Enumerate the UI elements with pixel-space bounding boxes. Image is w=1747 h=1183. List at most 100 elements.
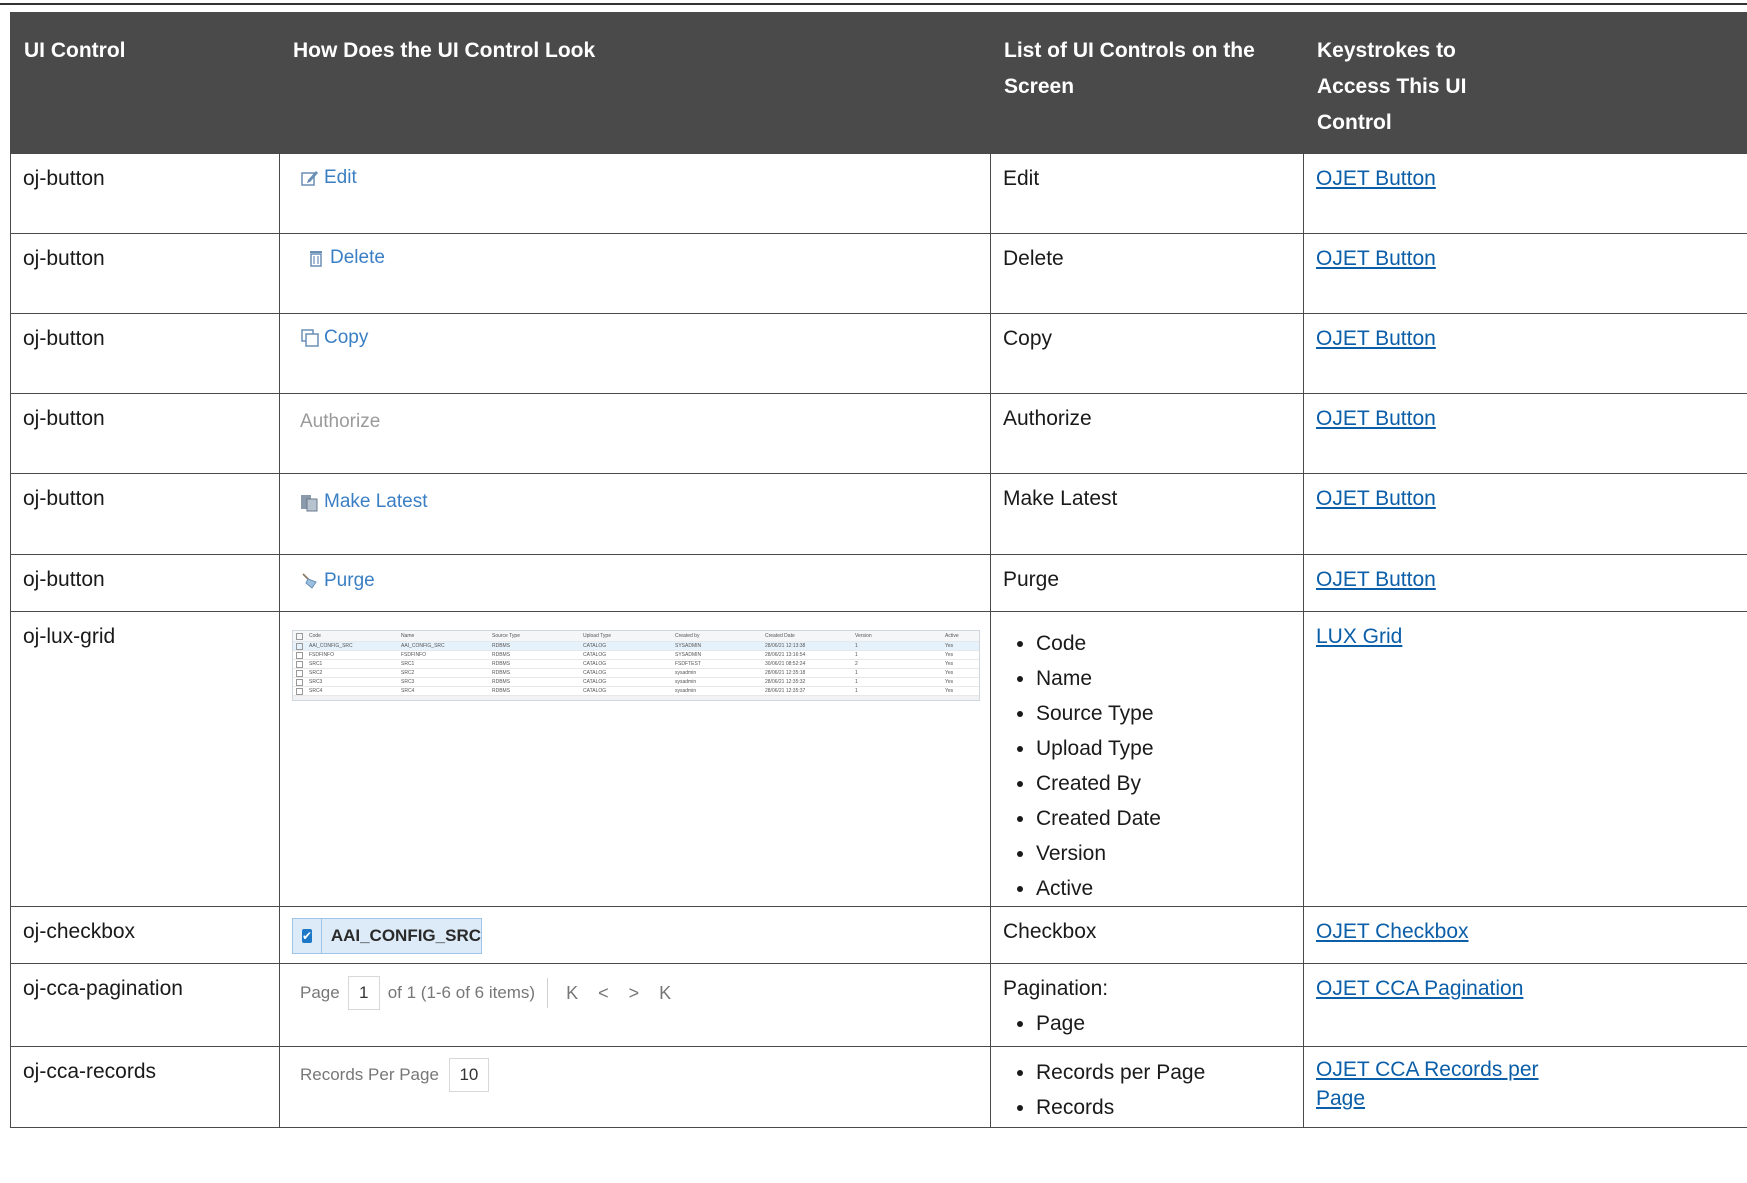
cell-link: OJET CCA Pagination [1303, 963, 1747, 1047]
grid-cell: RDBMS [492, 687, 511, 694]
grid-cell: CATALOG [583, 651, 607, 658]
cell-look: Copy [279, 313, 991, 394]
grid-cell: 28/06/21 12:35:18 [765, 669, 806, 676]
grid-row: AAI_CONFIG_SRC AAI_CONFIG_SRC RDBMS CATALOG… [293, 642, 979, 651]
grid-cell: 1 [855, 642, 858, 649]
grid-col-created-by: Created by [675, 632, 700, 639]
make-latest-label: Make Latest [324, 491, 428, 512]
list-item: Source Type [1036, 696, 1291, 731]
grid-col-created-date: Created Date [765, 632, 795, 639]
ojet-button-link[interactable]: OJET Button [1316, 407, 1436, 430]
list-item: Created By [1036, 766, 1291, 801]
list-item: Created Date [1036, 801, 1291, 836]
cell-list: Checkbox [990, 906, 1304, 964]
table-header-row: UI Control How Does the UI Control Look … [10, 12, 1747, 154]
ojet-checkbox-link[interactable]: OJET Checkbox [1316, 920, 1469, 943]
copy-label: Copy [324, 327, 369, 348]
cell-look: Purge [279, 554, 991, 612]
table-row: oj-lux-grid Code Name Source Type Upload… [10, 611, 1747, 907]
pagination-page-input: 1 [347, 976, 380, 1010]
table-row: oj-cca-pagination Page 1 of 1 (1-6 of 6 … [10, 963, 1747, 1047]
grid-row: SRC1 SRC1 RDBMS CATALOG FSDFTEST 30/06/21 08:… [293, 660, 979, 669]
cell-list: Edit [990, 153, 1304, 234]
grid-cell: 28/06/21 12:35:32 [765, 678, 806, 685]
edit-label: Edit [324, 167, 357, 188]
grid-cell: Yes [945, 669, 954, 676]
first-page-icon: K [566, 983, 579, 1003]
cell-look: Edit [279, 153, 991, 234]
table-row: oj-button Edit Edit OJET Button [10, 153, 1747, 234]
cell-look: Page 1 of 1 (1-6 of 6 items) K < > K [279, 963, 991, 1047]
grid-cell: 28/06/21 12:13:38 [765, 642, 806, 649]
last-page-icon: K [659, 983, 672, 1003]
lux-grid-link[interactable]: LUX Grid [1316, 625, 1402, 648]
header-keystrokes: Keystrokes to Access This UI Control [1303, 12, 1747, 154]
list-item: Name [1036, 661, 1291, 696]
table-row: oj-button Delete Delete OJET Button [10, 233, 1747, 314]
grid-cell: 2 [855, 660, 858, 667]
ojet-cca-records-link[interactable]: OJET CCA Records per Page [1316, 1058, 1539, 1110]
checkbox-preview: ✔ AAI_CONFIG_SRC [292, 918, 482, 954]
grid-row-checkbox [296, 651, 303, 659]
pagination-page-label: Page [300, 983, 340, 1002]
purge-button-preview: Purge [300, 567, 375, 595]
cell-list: Copy [990, 313, 1304, 394]
list-item: Records [1036, 1090, 1291, 1125]
copy-icon [301, 329, 319, 347]
cell-control: oj-button [10, 554, 280, 612]
cell-link: OJET Button [1303, 554, 1747, 612]
grid-cell: 1 [855, 651, 858, 658]
cell-list: Delete [990, 233, 1304, 314]
list-item: Code [1036, 626, 1291, 661]
grid-cell: Yes [945, 651, 954, 658]
cell-list: Pagination: Page [990, 963, 1304, 1047]
grid-row: SRC2 SRC2 RDBMS CATALOG sysadmin 28/06/21 12:… [293, 669, 979, 678]
grid-cell: SRC2 [309, 669, 323, 676]
grid-row: SRC4 SRC4 RDBMS CATALOG sysadmin 28/06/21 12:… [293, 687, 979, 696]
cell-control: oj-button [10, 153, 280, 234]
list-item: Upload Type [1036, 731, 1291, 766]
grid-cell: 1 [855, 678, 858, 685]
delete-label: Delete [330, 247, 385, 268]
grid-cell: 28/06/21 13:16:54 [765, 651, 806, 658]
cell-control: oj-cca-records [10, 1046, 280, 1128]
grid-cell: RDBMS [492, 651, 511, 658]
grid-cell: Yes [945, 687, 954, 694]
cell-link: LUX Grid [1303, 611, 1747, 907]
grid-cell: SRC3 [401, 678, 415, 685]
previous-page-icon: < [598, 983, 609, 1003]
ojet-button-link[interactable]: OJET Button [1316, 167, 1436, 190]
ojet-button-link[interactable]: OJET Button [1316, 487, 1436, 510]
ojet-button-link[interactable]: OJET Button [1316, 568, 1436, 591]
cell-link: OJET Button [1303, 153, 1747, 234]
pagination-list-label: Pagination: [1003, 977, 1109, 1000]
cell-look: Records Per Page 10 [279, 1046, 991, 1128]
ojet-cca-pagination-link[interactable]: OJET CCA Pagination [1316, 977, 1523, 1000]
purge-label: Purge [324, 570, 375, 591]
ojet-button-link[interactable]: OJET Button [1316, 327, 1436, 350]
make-latest-button-preview: Make Latest [300, 488, 428, 516]
grid-cell: 1 [855, 687, 858, 694]
cell-look: Delete [279, 233, 991, 314]
table-row: oj-cca-records Records Per Page 10 Recor… [10, 1046, 1747, 1128]
records-per-page-preview: Records Per Page 10 [300, 1058, 489, 1092]
grid-cell: SRC4 [309, 687, 323, 694]
grid-cell: Yes [945, 642, 954, 649]
table-row: oj-button Authorize Authorize OJET Butto… [10, 393, 1747, 474]
grid-row-checkbox [296, 687, 303, 695]
ojet-button-link[interactable]: OJET Button [1316, 247, 1436, 270]
cell-link: OJET Checkbox [1303, 906, 1747, 964]
grid-cell: CATALOG [583, 660, 607, 667]
grid-cell: 1 [855, 669, 858, 676]
cell-look: Code Name Source Type Upload Type Create… [279, 611, 991, 907]
copy-button-preview: Copy [300, 324, 368, 352]
grid-cell: CATALOG [583, 678, 607, 685]
records-list: Records per Page Records [1003, 1055, 1291, 1125]
records-per-page-input: 10 [448, 1058, 489, 1092]
grid-cell: 30/06/21 08:52:24 [765, 660, 806, 667]
pagination-divider [547, 978, 549, 1008]
grid-header: Code Name Source Type Upload Type Create… [293, 631, 979, 642]
next-page-icon: > [628, 983, 640, 1003]
authorize-button-preview: Authorize [300, 408, 380, 436]
grid-cell: RDBMS [492, 642, 511, 649]
